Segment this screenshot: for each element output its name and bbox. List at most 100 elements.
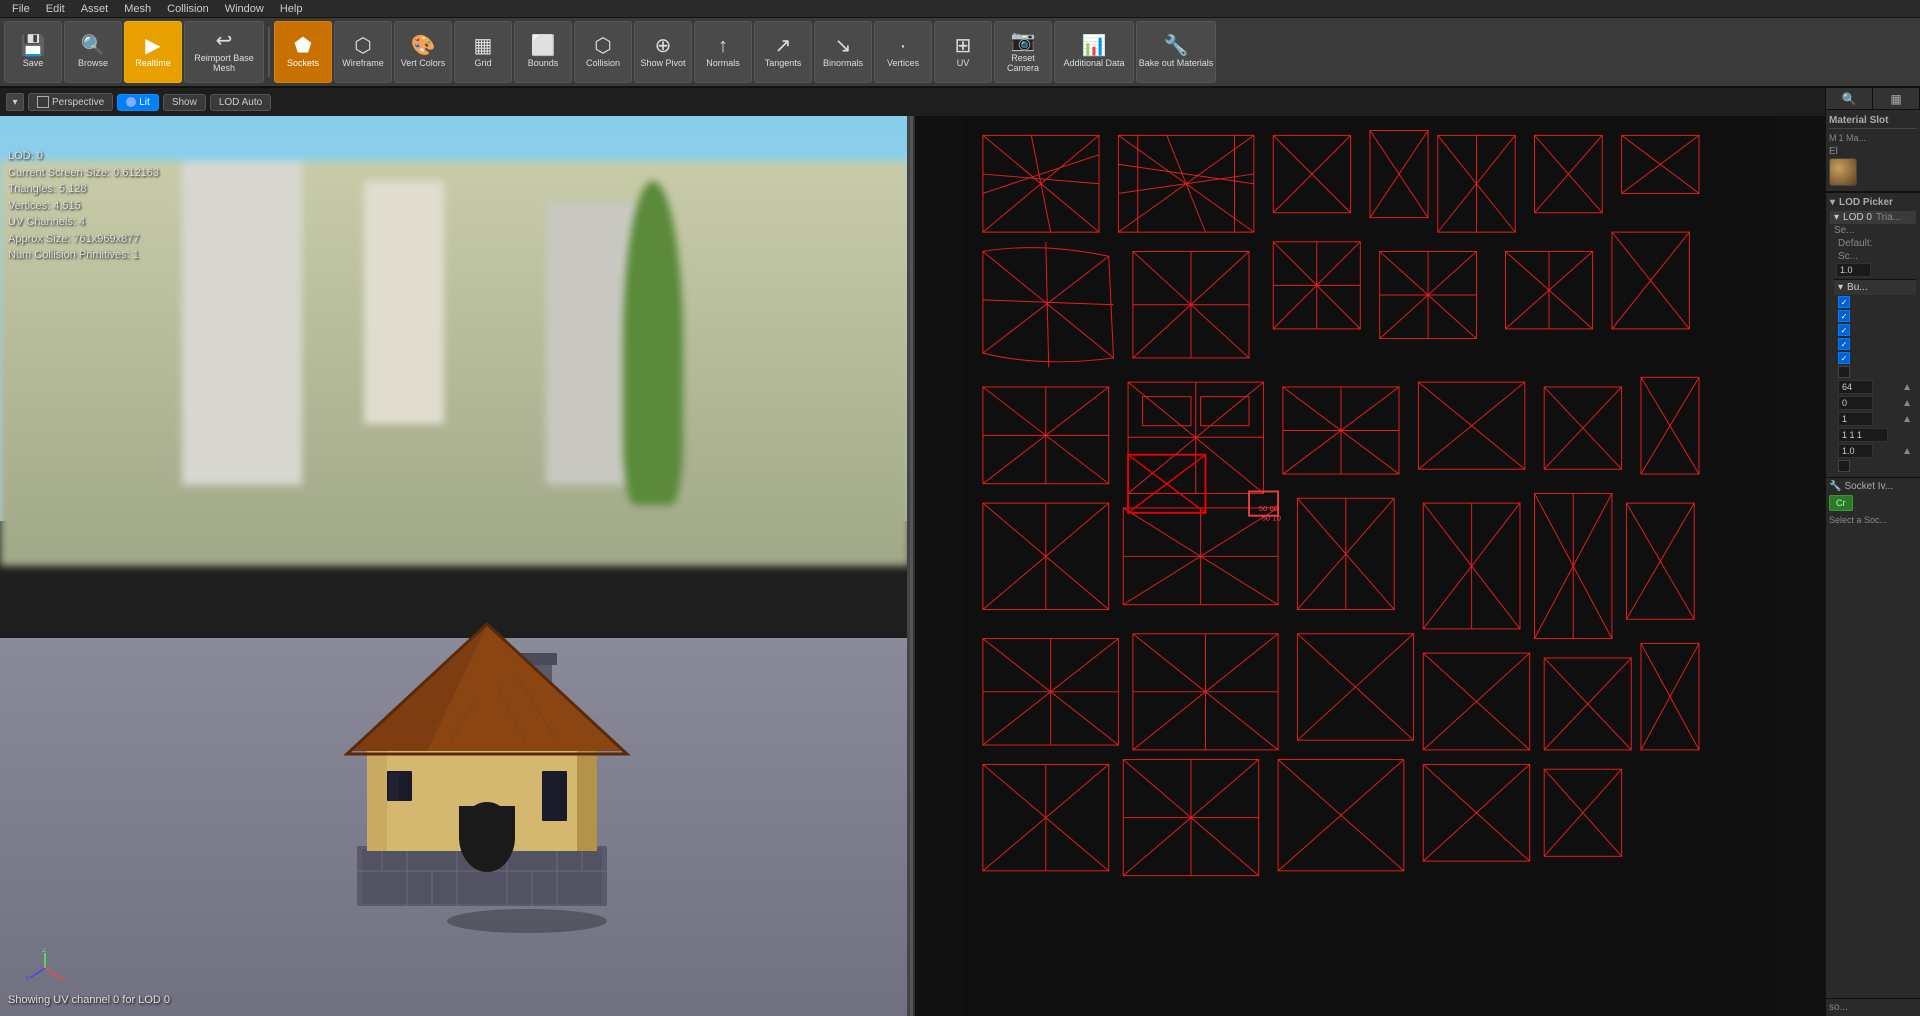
reimport-base-mesh-button[interactable]: ↩ Reimport Base Mesh bbox=[184, 21, 264, 83]
shading-label: Lit bbox=[139, 97, 150, 108]
checkbox-4[interactable]: ✓ bbox=[1838, 338, 1850, 350]
reset-camera-button[interactable]: 📷 Reset Camera bbox=[994, 21, 1052, 83]
collision-button[interactable]: ⬡ Collision bbox=[574, 21, 632, 83]
lod0-item[interactable]: ▾ LOD 0 Tria... bbox=[1830, 211, 1916, 224]
show-pivot-icon: ⊕ bbox=[655, 36, 672, 56]
binormals-icon: ↘ bbox=[835, 36, 852, 56]
material-swatch[interactable] bbox=[1829, 158, 1857, 186]
lod0-label: LOD 0 bbox=[1843, 212, 1872, 223]
lod-auto-btn[interactable]: LOD Auto bbox=[210, 94, 271, 111]
normals-label: Normals bbox=[706, 58, 740, 68]
uv-channel-text: Showing UV channel 0 for LOD 0 bbox=[8, 994, 170, 1006]
uv-button[interactable]: ⊞ UV bbox=[934, 21, 992, 83]
browse-icon: 🔍 bbox=[81, 36, 106, 56]
sc-value-input[interactable] bbox=[1836, 263, 1871, 277]
realtime-button[interactable]: ▶ Realtime bbox=[124, 21, 182, 83]
info-overlay: LOD: 0 Current Screen Size: 0.612163 Tri… bbox=[8, 148, 159, 264]
value-10-input[interactable] bbox=[1838, 444, 1873, 458]
tangents-icon: ↗ bbox=[775, 36, 792, 56]
value-64-input[interactable] bbox=[1838, 380, 1873, 394]
tangents-label: Tangents bbox=[765, 58, 802, 68]
menu-file[interactable]: File bbox=[4, 3, 38, 15]
swatch-inner bbox=[1830, 159, 1856, 185]
bu-label: Bu... bbox=[1847, 282, 1868, 293]
bake-out-materials-button[interactable]: 🔧 Bake out Materials bbox=[1136, 21, 1216, 83]
browse-button[interactable]: 🔍 Browse bbox=[64, 21, 122, 83]
value-111-input[interactable] bbox=[1838, 428, 1888, 442]
menu-edit[interactable]: Edit bbox=[38, 3, 73, 15]
spinner-up-1[interactable]: ▲ bbox=[1902, 414, 1912, 425]
uv-icon: ⊞ bbox=[955, 36, 972, 56]
checkbox-2[interactable]: ✓ bbox=[1838, 310, 1850, 322]
perspective-label: Perspective bbox=[52, 97, 104, 108]
viewport-dropdown-btn[interactable]: ▾ bbox=[6, 93, 24, 111]
bu-section-header[interactable]: ▾ Bu... bbox=[1834, 279, 1916, 295]
show-pivot-button[interactable]: ⊕ Show Pivot bbox=[634, 21, 692, 83]
save-button[interactable]: 💾 Save bbox=[4, 21, 62, 83]
main-area: ▾ Perspective Lit Show LOD Auto bbox=[0, 88, 1920, 1016]
sockets-icon: ⬟ bbox=[294, 36, 311, 56]
axes-svg: X Z Y bbox=[25, 948, 65, 988]
default-label: Default: bbox=[1838, 238, 1872, 249]
value-10-row: ▲ bbox=[1834, 443, 1916, 459]
search-side-icon[interactable]: 🔍 bbox=[1826, 88, 1873, 109]
spinner-up-0[interactable]: ▲ bbox=[1902, 398, 1912, 409]
lod0-section: ▾ LOD 0 Tria... Se... Default: Sc... bbox=[1830, 211, 1916, 473]
sockets-button[interactable]: ⬟ Sockets bbox=[274, 21, 332, 83]
spinner-up-64[interactable]: ▲ bbox=[1902, 382, 1912, 393]
menu-asset[interactable]: Asset bbox=[73, 3, 117, 15]
vertices-info: Vertices: 4,515 bbox=[8, 198, 159, 215]
menu-mesh[interactable]: Mesh bbox=[116, 3, 159, 15]
spinner-up-10[interactable]: ▲ bbox=[1902, 446, 1912, 457]
bake-icon: 🔧 bbox=[1164, 36, 1189, 56]
toolbar-separator-1 bbox=[268, 27, 270, 77]
additional-data-button[interactable]: 📊 Additional Data bbox=[1054, 21, 1134, 83]
realtime-label: Realtime bbox=[135, 58, 171, 68]
svg-text:50 10: 50 10 bbox=[1262, 514, 1281, 523]
checkbox-3[interactable]: ✓ bbox=[1838, 324, 1850, 336]
binormals-button[interactable]: ↘ Binormals bbox=[814, 21, 872, 83]
checkbox-row-6 bbox=[1834, 365, 1916, 379]
show-btn[interactable]: Show bbox=[163, 94, 206, 111]
viewport-3d[interactable]: LOD: 0 Current Screen Size: 0.612163 Tri… bbox=[0, 116, 910, 1016]
value-1-input[interactable] bbox=[1838, 412, 1873, 426]
bounds-button[interactable]: ⬜ Bounds bbox=[514, 21, 572, 83]
grid-side-icon[interactable]: ▦ bbox=[1873, 88, 1920, 109]
select-socket-hint: Select a Soc... bbox=[1829, 515, 1917, 525]
menu-collision[interactable]: Collision bbox=[159, 3, 217, 15]
checkbox-row-5: ✓ bbox=[1834, 351, 1916, 365]
value-0-row: ▲ bbox=[1834, 395, 1916, 411]
bu-collapse-icon: ▾ bbox=[1838, 282, 1843, 293]
menu-window[interactable]: Window bbox=[217, 3, 272, 15]
lod-picker-title[interactable]: ▾ LOD Picker bbox=[1830, 197, 1916, 208]
material-slot-section: Material Slot M 1 Ma... El bbox=[1826, 110, 1920, 192]
uv-label: UV bbox=[957, 58, 970, 68]
checkbox-5[interactable]: ✓ bbox=[1838, 352, 1850, 364]
checkbox-6[interactable] bbox=[1838, 366, 1850, 378]
socket-label: Socket Iv... bbox=[1844, 481, 1893, 492]
value-0-input[interactable] bbox=[1838, 396, 1873, 410]
element-label: El bbox=[1829, 146, 1838, 157]
wireframe-button[interactable]: ⬡ Wireframe bbox=[334, 21, 392, 83]
uv-viewport[interactable]: 50 00 50 10 bbox=[913, 116, 1825, 1016]
checkbox-1[interactable]: ✓ bbox=[1838, 296, 1850, 308]
vertices-button[interactable]: · Vertices bbox=[874, 21, 932, 83]
mat-header-m: M bbox=[1829, 133, 1837, 143]
normals-button[interactable]: ↑ Normals bbox=[694, 21, 752, 83]
checkbox-7[interactable] bbox=[1838, 460, 1850, 472]
show-label: Show bbox=[172, 97, 197, 108]
grid-button[interactable]: ▦ Grid bbox=[454, 21, 512, 83]
perspective-btn[interactable]: Perspective bbox=[28, 93, 113, 111]
vert-colors-button[interactable]: 🎨 Vert Colors bbox=[394, 21, 452, 83]
create-socket-button[interactable]: Cr bbox=[1829, 495, 1853, 511]
menu-help[interactable]: Help bbox=[272, 3, 311, 15]
lod-properties: Se... Default: Sc... ▾ bbox=[1830, 224, 1916, 473]
browse-label: Browse bbox=[78, 58, 108, 68]
approx-size-info: Approx Size: 761x969x877 bbox=[8, 231, 159, 248]
socket-section: 🔧 Socket Iv... Cr Select a Soc... bbox=[1826, 477, 1920, 528]
side-panel-top-icons: 🔍 ▦ bbox=[1826, 88, 1920, 110]
lit-btn[interactable]: Lit bbox=[117, 94, 159, 111]
grid-label: Grid bbox=[474, 58, 491, 68]
tangents-button[interactable]: ↗ Tangents bbox=[754, 21, 812, 83]
right-side-panel: 🔍 ▦ Material Slot M 1 Ma... El bbox=[1825, 88, 1920, 1016]
